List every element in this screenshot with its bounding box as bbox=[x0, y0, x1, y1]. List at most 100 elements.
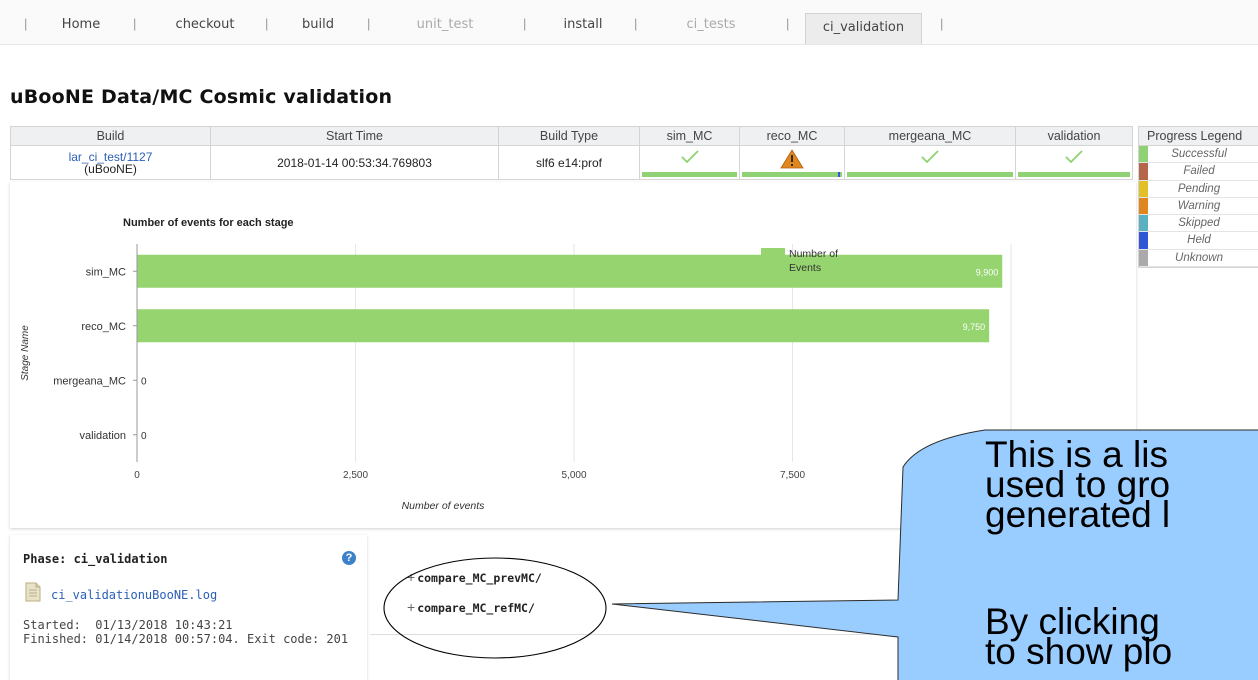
directory-item-compare-mc-prevmc[interactable]: + compare_MC_prevMC/ bbox=[407, 569, 542, 585]
legend-label: Successful bbox=[1171, 148, 1227, 160]
category-label: sim_MC bbox=[86, 266, 126, 278]
expand-icon[interactable]: + bbox=[407, 569, 415, 585]
table-header-row: Build Start Time Build Type sim_MC reco_… bbox=[10, 126, 1133, 146]
bar-value-label: 9,900 bbox=[976, 267, 999, 277]
callout-line: to show plo bbox=[985, 631, 1173, 672]
x-tick-label: 0 bbox=[134, 470, 140, 481]
column-header-mergeana-mc: mergeana_MC bbox=[844, 126, 1016, 146]
results-table: Build Start Time Build Type sim_MC reco_… bbox=[10, 126, 1133, 180]
legend-label: Failed bbox=[1183, 165, 1215, 178]
nav-separator: | bbox=[634, 16, 638, 31]
legend-swatch bbox=[1139, 197, 1148, 215]
legend-label: Warning bbox=[1177, 199, 1221, 212]
nav-separator: | bbox=[940, 16, 944, 31]
nav-separator: | bbox=[367, 16, 371, 31]
stage-cell-mergeana-mc[interactable] bbox=[844, 145, 1016, 180]
build-cell: lar_ci_test/1127 (uBooNE) bbox=[10, 145, 211, 180]
bar-value-label: 0 bbox=[141, 431, 147, 442]
nav-separator: | bbox=[24, 16, 28, 31]
check-icon bbox=[640, 149, 739, 168]
stage-cell-reco-mc[interactable] bbox=[739, 145, 845, 180]
x-tick-label: 5,000 bbox=[561, 470, 586, 481]
stage-progress-bar bbox=[642, 172, 737, 177]
chart-title: Number of events for each stage bbox=[123, 217, 294, 229]
legend-swatch bbox=[1139, 146, 1148, 163]
nav-separator: | bbox=[133, 16, 137, 31]
chart-legend-swatch bbox=[761, 248, 785, 259]
category-label: validation bbox=[80, 430, 126, 442]
chart-legend-label: Number of bbox=[789, 248, 838, 260]
finished-status: Finished: 01/14/2018 00:57:04. Exit code… bbox=[23, 632, 349, 646]
legend-label: Skipped bbox=[1178, 217, 1220, 230]
legend-swatch bbox=[1139, 249, 1148, 267]
x-tick-label: 10,000 bbox=[996, 470, 1027, 481]
directory-name: compare_MC_refMC/ bbox=[417, 601, 535, 615]
directory-list: + compare_MC_prevMC/ + compare_MC_refMC/ bbox=[370, 535, 1136, 635]
category-label: mergeana_MC bbox=[53, 375, 126, 387]
legend-label: Unknown bbox=[1175, 251, 1223, 264]
warning-icon bbox=[740, 149, 844, 172]
start-time-cell: 2018-01-14 00:53:34.769803 bbox=[210, 145, 499, 180]
legend-item: Held bbox=[1139, 232, 1258, 250]
column-header-build: Build bbox=[10, 126, 211, 146]
legend-title: Progress Legend bbox=[1139, 127, 1258, 146]
column-header-validation: validation bbox=[1015, 126, 1133, 146]
chart-bar bbox=[137, 309, 990, 343]
column-header-start-time: Start Time bbox=[210, 126, 499, 146]
expand-icon[interactable]: + bbox=[407, 599, 415, 615]
tab-install[interactable]: install bbox=[545, 12, 621, 38]
nav-separator: | bbox=[523, 16, 527, 31]
column-header-reco-mc: reco_MC bbox=[739, 126, 845, 146]
stage-cell-validation[interactable] bbox=[1015, 145, 1133, 180]
legend-swatch bbox=[1139, 163, 1148, 180]
chart-legend-label: Events bbox=[789, 262, 821, 274]
bar-value-label: 0 bbox=[141, 376, 147, 387]
column-header-sim-mc: sim_MC bbox=[639, 126, 740, 146]
x-axis-title: Number of events bbox=[402, 500, 486, 512]
x-tick-label: 2,500 bbox=[343, 470, 368, 481]
nav-separator: | bbox=[786, 16, 790, 31]
chart-bar bbox=[137, 254, 1003, 288]
tab-ci-tests[interactable]: ci_tests bbox=[665, 12, 757, 38]
column-header-build-type: Build Type bbox=[498, 126, 640, 146]
build-type-cell: slf6 e14:prof bbox=[498, 145, 640, 180]
help-icon[interactable]: ? bbox=[342, 551, 356, 565]
tab-unit-test[interactable]: unit_test bbox=[395, 12, 495, 38]
category-label: reco_MC bbox=[81, 321, 126, 333]
tab-checkout[interactable]: checkout bbox=[160, 12, 250, 38]
held-marker bbox=[838, 172, 840, 177]
legend-item: Successful bbox=[1139, 146, 1258, 164]
page-title: uBooNE Data/MC Cosmic validation bbox=[10, 86, 393, 108]
legend-item: Failed bbox=[1139, 163, 1258, 181]
events-bar-chart: Number of events for each stage sim_MC 9,9… bbox=[20, 217, 1027, 512]
bar-value-label: 9,750 bbox=[963, 322, 986, 332]
check-icon bbox=[845, 149, 1015, 168]
table-row: lar_ci_test/1127 (uBooNE) 2018-01-14 00:… bbox=[10, 145, 1133, 180]
phase-panel: Phase: ci_validation ? ci_validationuBoo… bbox=[10, 535, 367, 680]
tab-build[interactable]: build bbox=[285, 12, 351, 38]
legend-item: Skipped bbox=[1139, 215, 1258, 233]
legend-swatch bbox=[1139, 215, 1148, 232]
stage-cell-sim-mc[interactable] bbox=[639, 145, 740, 180]
tab-ci-validation[interactable]: ci_validation bbox=[805, 13, 922, 44]
stage-progress-bar bbox=[1018, 172, 1130, 177]
nav-bar: | Home | checkout | build | unit_test | … bbox=[0, 0, 1258, 45]
check-icon bbox=[1016, 149, 1132, 168]
build-experiment: (uBooNE) bbox=[84, 162, 137, 176]
started-timestamp: Started: 01/13/2018 10:43:21 bbox=[23, 618, 233, 632]
legend-item: Warning bbox=[1139, 197, 1258, 216]
directory-item-compare-mc-refmc[interactable]: + compare_MC_refMC/ bbox=[407, 599, 535, 615]
stage-progress-bar bbox=[847, 172, 1013, 177]
file-icon bbox=[25, 582, 41, 606]
log-file-link[interactable]: ci_validationuBooNE.log bbox=[51, 588, 217, 602]
progress-legend: Progress Legend Successful Failed Pendin… bbox=[1138, 126, 1258, 269]
legend-label: Held bbox=[1187, 234, 1211, 247]
x-tick-label: 7,500 bbox=[780, 470, 805, 481]
phase-title: Phase: ci_validation bbox=[23, 552, 168, 566]
stage-progress-bar bbox=[742, 172, 842, 177]
events-chart-card: Number of events for each stage sim_MC 9,9… bbox=[10, 182, 1136, 528]
nav-separator: | bbox=[265, 16, 269, 31]
legend-label: Pending bbox=[1177, 182, 1221, 195]
y-axis-title: Stage Name bbox=[20, 325, 31, 381]
tab-home[interactable]: Home bbox=[48, 12, 114, 38]
